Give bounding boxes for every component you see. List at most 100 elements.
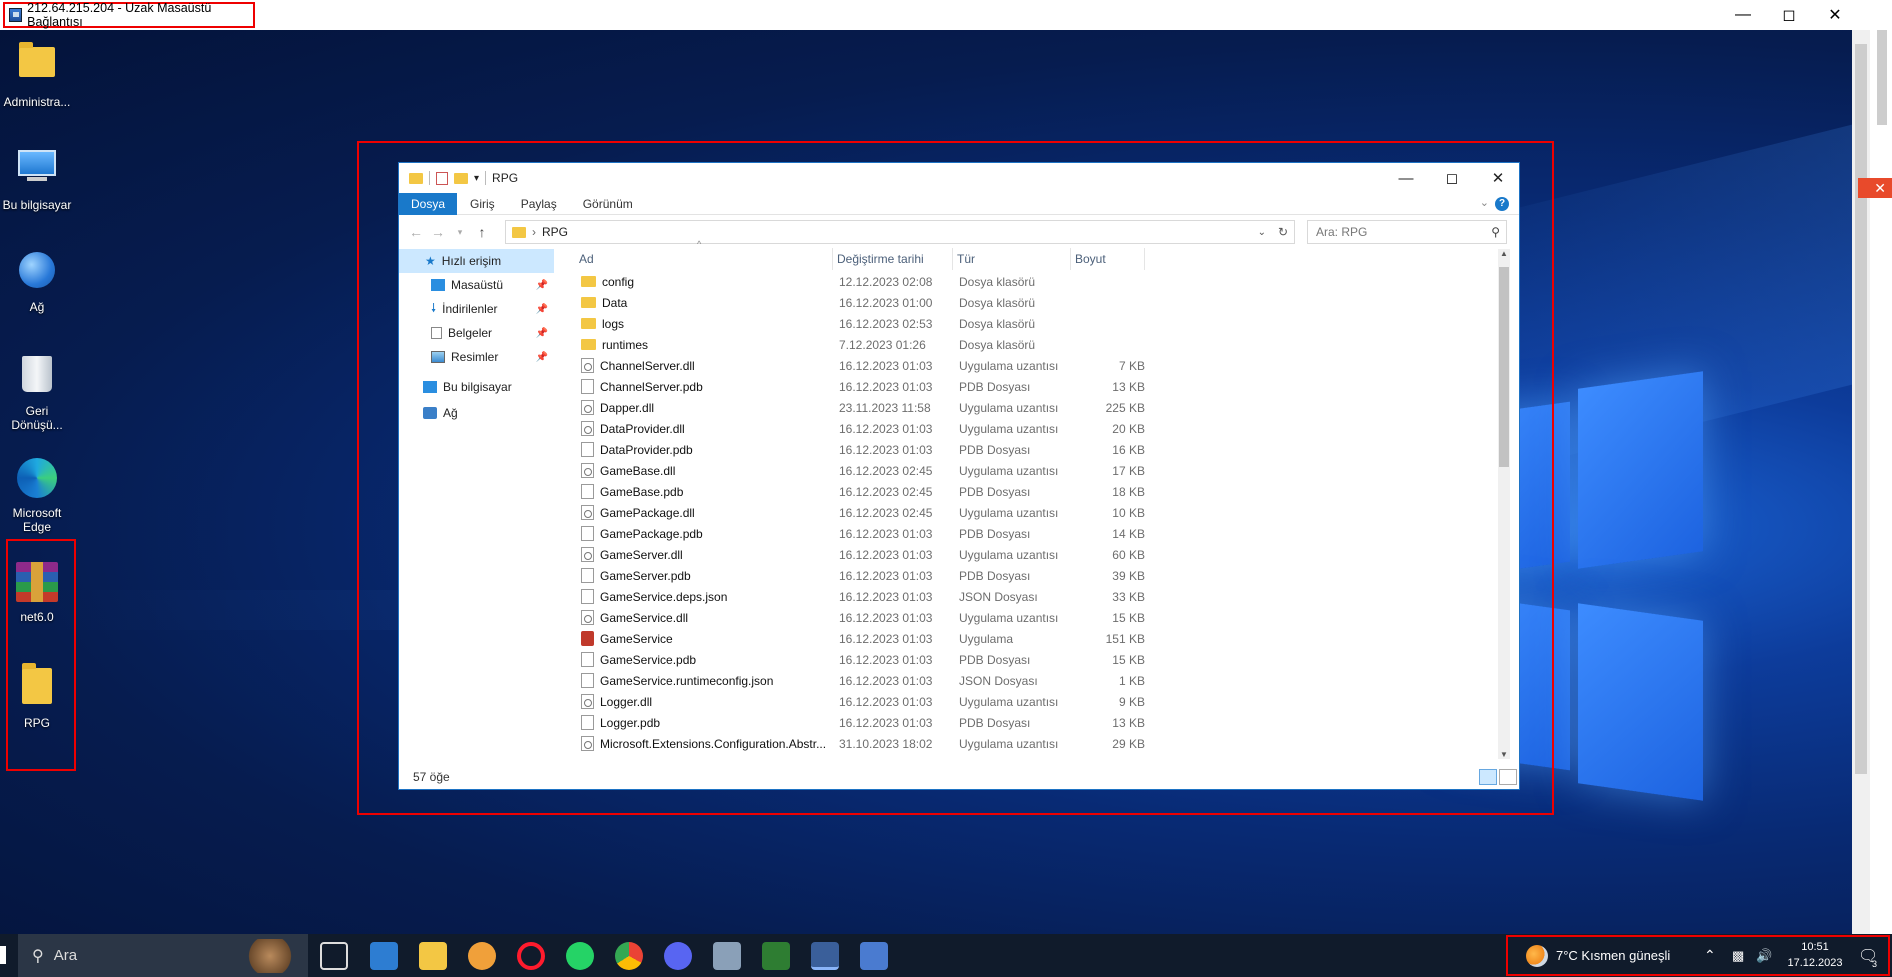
- file-name-cell[interactable]: GameBase.dll: [575, 463, 833, 478]
- file-name-cell[interactable]: runtimes: [575, 338, 833, 352]
- file-name-cell[interactable]: GameBase.pdb: [575, 484, 833, 499]
- rdp-vertical-scrollbar[interactable]: [1852, 30, 1870, 934]
- pin-icon[interactable]: 📌: [536, 304, 548, 315]
- file-row[interactable]: GameService 16.12.2023 01:03 Uygulama 151 K…: [575, 628, 1320, 649]
- file-name-cell[interactable]: GameService.runtimeconfig.json: [575, 673, 833, 688]
- app-icon[interactable]: [468, 942, 496, 970]
- start-button[interactable]: [0, 946, 6, 964]
- large-icons-view-button[interactable]: [1499, 769, 1517, 785]
- back-button[interactable]: ←: [405, 224, 427, 240]
- file-name-cell[interactable]: Logger.pdb: [575, 715, 833, 730]
- file-name-cell[interactable]: GameService.dll: [575, 610, 833, 625]
- new-folder-icon[interactable]: [454, 172, 468, 184]
- close-icon[interactable]: ✕: [1858, 178, 1892, 198]
- file-name-cell[interactable]: GamePackage.dll: [575, 505, 833, 520]
- nav-downloads[interactable]: 🠗 İndirilenler 📌: [399, 297, 554, 321]
- task-view-icon[interactable]: [320, 942, 348, 970]
- app-icon[interactable]: [713, 942, 741, 970]
- file-name-cell[interactable]: Dapper.dll: [575, 400, 833, 415]
- scrollbar-thumb[interactable]: [1855, 44, 1867, 774]
- file-row[interactable]: GameServer.dll 16.12.2023 01:03 Uygulama u…: [575, 544, 1320, 565]
- chevron-up-icon[interactable]: ⌃: [1704, 947, 1716, 964]
- explorer-titlebar[interactable]: ▾ RPG — ◻ ✕: [399, 163, 1519, 193]
- nav-quick-access[interactable]: ★ Hızlı erişim: [399, 249, 554, 273]
- nav-network[interactable]: Ağ: [399, 401, 554, 425]
- file-row[interactable]: GameServer.pdb 16.12.2023 01:03 PDB Dosyas…: [575, 565, 1320, 586]
- maximize-button[interactable]: ◻: [1429, 163, 1475, 193]
- refresh-icon[interactable]: ↻: [1278, 225, 1288, 239]
- file-row[interactable]: GameService.dll 16.12.2023 01:03 Uygulama …: [575, 607, 1320, 628]
- file-row[interactable]: runtimes 7.12.2023 01:26 Dosya klasörü: [575, 334, 1320, 355]
- expand-ribbon-icon[interactable]: ⌄: [1480, 196, 1489, 209]
- file-explorer-window[interactable]: ▾ RPG — ◻ ✕ Dosya Giriş Paylaş Görünüm ⌄…: [398, 162, 1520, 790]
- remote-desktop-icon[interactable]: [811, 942, 839, 970]
- network-icon[interactable]: ▩: [1732, 948, 1744, 964]
- file-row[interactable]: logs 16.12.2023 02:53 Dosya klasörü: [575, 313, 1320, 334]
- file-row[interactable]: Microsoft.Extensions.Configuration.Abstr…: [575, 733, 1320, 754]
- file-name-cell[interactable]: ChannelServer.pdb: [575, 379, 833, 394]
- rdp-close-button[interactable]: ✕: [1812, 0, 1858, 30]
- opera-icon[interactable]: [517, 942, 545, 970]
- pin-icon[interactable]: 📌: [536, 328, 548, 339]
- file-name-cell[interactable]: GameService.pdb: [575, 652, 833, 667]
- up-button[interactable]: ↑: [471, 224, 493, 240]
- file-name-cell[interactable]: GameService.deps.json: [575, 589, 833, 604]
- rdp-maximize-button[interactable]: ◻: [1766, 0, 1812, 30]
- search-input[interactable]: Ara: RPG ⚲: [1307, 220, 1507, 244]
- file-row[interactable]: GamePackage.dll 16.12.2023 02:45 Uygulama …: [575, 502, 1320, 523]
- address-dropdown-icon[interactable]: ⌄: [1258, 227, 1266, 238]
- file-row[interactable]: DataProvider.dll 16.12.2023 01:03 Uygulama…: [575, 418, 1320, 439]
- file-name-cell[interactable]: GameServer.pdb: [575, 568, 833, 583]
- chrome-icon[interactable]: [615, 942, 643, 970]
- file-row[interactable]: Logger.dll 16.12.2023 01:03 Uygulama uzant…: [575, 691, 1320, 712]
- close-button[interactable]: ✕: [1475, 163, 1521, 193]
- column-date[interactable]: Değiştirme tarihi: [833, 248, 953, 270]
- rdp-titlebar[interactable]: 212.64.215.204 - Uzak Masaüstü Bağlantıs…: [0, 0, 1892, 30]
- task-manager-icon[interactable]: [762, 942, 790, 970]
- column-name[interactable]: Ad: [575, 248, 833, 270]
- file-name-cell[interactable]: GameServer.dll: [575, 547, 833, 562]
- desktop-icon-this-pc[interactable]: Bu bilgisayar: [2, 144, 72, 212]
- file-row[interactable]: DataProvider.pdb 16.12.2023 01:03 PDB Dosy…: [575, 439, 1320, 460]
- file-list-scrollbar[interactable]: ▲ ▼: [1498, 249, 1510, 759]
- help-icon[interactable]: ?: [1495, 197, 1509, 211]
- file-row[interactable]: GameService.runtimeconfig.json 16.12.2023…: [575, 670, 1320, 691]
- tab-view[interactable]: Görünüm: [570, 193, 646, 215]
- file-name-cell[interactable]: DataProvider.pdb: [575, 442, 833, 457]
- file-row[interactable]: Logger.pdb 16.12.2023 01:03 PDB Dosyası 13 …: [575, 712, 1320, 733]
- scrollbar-thumb[interactable]: [1499, 267, 1509, 467]
- whatsapp-icon[interactable]: [566, 942, 594, 970]
- file-name-cell[interactable]: Logger.dll: [575, 694, 833, 709]
- file-name-cell[interactable]: logs: [575, 317, 833, 331]
- file-row[interactable]: GameService.deps.json 16.12.2023 01:03 JSO…: [575, 586, 1320, 607]
- desktop-icon-edge[interactable]: Microsoft Edge: [2, 456, 72, 534]
- minimize-button[interactable]: —: [1383, 163, 1429, 193]
- file-name-cell[interactable]: ChannelServer.dll: [575, 358, 833, 373]
- pin-icon[interactable]: 📌: [536, 280, 548, 291]
- file-row[interactable]: Dapper.dll 23.11.2023 11:58 Uygulama uzant…: [575, 397, 1320, 418]
- taskbar-search[interactable]: ⚲ Ara: [18, 934, 308, 977]
- file-name-cell[interactable]: config: [575, 275, 833, 289]
- file-name-cell[interactable]: Data: [575, 296, 833, 310]
- details-view-button[interactable]: [1479, 769, 1497, 785]
- nav-documents[interactable]: Belgeler 📌: [399, 321, 554, 345]
- side-scrollbar[interactable]: [1870, 30, 1892, 934]
- store-icon[interactable]: [370, 942, 398, 970]
- pin-icon[interactable]: 📌: [536, 352, 548, 363]
- nav-this-pc[interactable]: Bu bilgisayar: [399, 375, 554, 399]
- desktop-icon-administrator[interactable]: Administra...: [2, 40, 72, 109]
- nav-pictures[interactable]: Resimler 📌: [399, 345, 554, 369]
- file-name-cell[interactable]: GamePackage.pdb: [575, 526, 833, 541]
- file-row[interactable]: ChannelServer.pdb 16.12.2023 01:03 PDB Dos…: [575, 376, 1320, 397]
- weather-icon[interactable]: [1526, 944, 1548, 967]
- forward-button[interactable]: →: [427, 224, 449, 240]
- desktop-icon-recycle-bin[interactable]: Geri Dönüşü...: [2, 352, 72, 432]
- file-name-cell[interactable]: DataProvider.dll: [575, 421, 833, 436]
- address-bar[interactable]: › RPG ⌄ ↻: [505, 220, 1295, 244]
- nav-desktop[interactable]: Masaüstü 📌: [399, 273, 554, 297]
- file-explorer-icon[interactable]: [419, 942, 447, 970]
- file-row[interactable]: Data 16.12.2023 01:00 Dosya klasörü: [575, 292, 1320, 313]
- file-row[interactable]: ChannelServer.dll 16.12.2023 01:03 Uygulam…: [575, 355, 1320, 376]
- scrollbar-thumb[interactable]: [1877, 30, 1887, 125]
- recent-locations-button[interactable]: ▾: [449, 227, 471, 238]
